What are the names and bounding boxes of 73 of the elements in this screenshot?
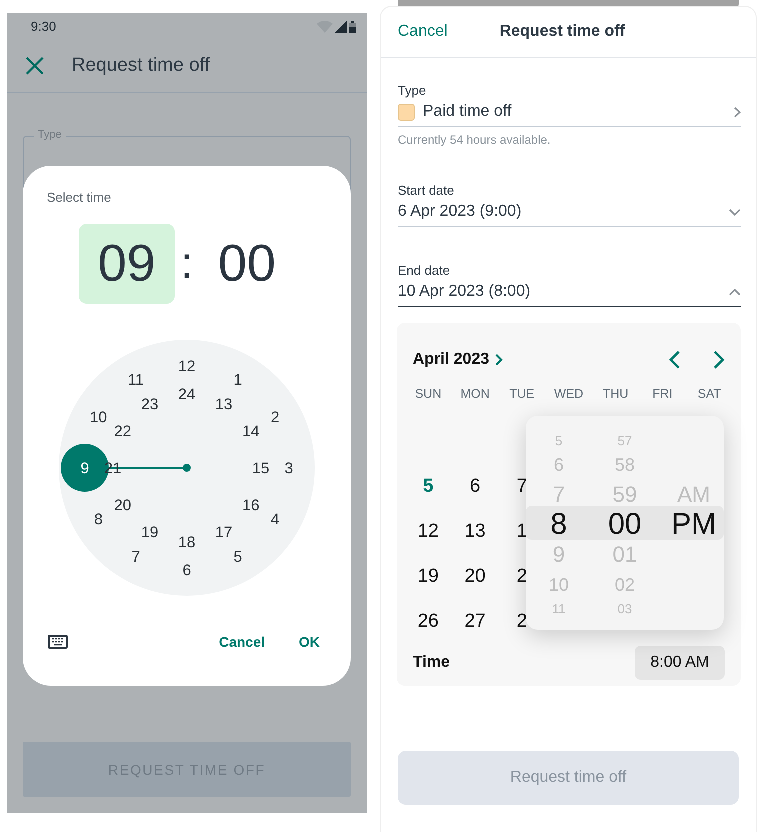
chevron-down-icon <box>729 208 741 216</box>
dial-number[interactable]: 3 <box>284 460 294 478</box>
dial-number[interactable]: 17 <box>215 524 233 542</box>
weekday-label: SUN <box>414 386 443 401</box>
dial-number[interactable]: 23 <box>141 396 159 414</box>
minute-display[interactable]: 00 <box>199 224 296 304</box>
field-label: Type <box>398 83 428 98</box>
calendar-day[interactable]: 26 <box>405 610 452 632</box>
field-label: End date <box>398 263 452 278</box>
weekday-label: SAT <box>696 386 722 401</box>
chevron-right-icon[interactable] <box>495 354 504 366</box>
time-button[interactable]: 8:00 AM <box>635 646 725 680</box>
calendar-day[interactable]: 5 <box>405 476 452 498</box>
dial-number[interactable]: 11 <box>128 372 144 390</box>
dial-number[interactable]: 13 <box>215 396 233 414</box>
dial-number[interactable]: 5 <box>234 548 242 566</box>
dial-number[interactable]: 10 <box>90 410 108 426</box>
weekday-label: THU <box>602 386 630 401</box>
helper-text: Currently 54 hours available. <box>398 133 552 147</box>
type-field[interactable]: Paid time off <box>398 100 741 127</box>
calendar-day[interactable]: 13 <box>452 520 499 542</box>
cancel-button[interactable]: Cancel <box>211 630 273 654</box>
wheel-option[interactable]: 8 <box>526 510 592 540</box>
clock-dial[interactable] <box>59 340 315 596</box>
dial-number[interactable]: 2 <box>271 410 280 426</box>
dial-number[interactable]: 4 <box>271 512 280 528</box>
hour-display[interactable]: 09 <box>78 224 175 304</box>
chevron-right-icon <box>734 106 741 118</box>
weekday-label: WED <box>553 386 585 401</box>
month-title[interactable]: April 2023 <box>413 351 490 369</box>
dial-number[interactable]: 14 <box>242 424 260 440</box>
calendar-day[interactable]: 20 <box>452 566 499 588</box>
clock-hand[interactable] <box>61 444 191 492</box>
dial-number[interactable]: 12 <box>178 358 196 376</box>
cancel-button[interactable]: Cancel <box>398 23 448 41</box>
dial-number[interactable]: 24 <box>178 386 196 404</box>
next-month-icon[interactable] <box>713 350 725 370</box>
dial-number[interactable]: 7 <box>132 548 140 566</box>
status-time: 9:30 <box>31 19 58 34</box>
dial-number[interactable]: 19 <box>141 524 159 542</box>
weekday-label: FRI <box>652 386 674 401</box>
time-label: Time <box>413 654 450 672</box>
calendar-day[interactable]: 6 <box>452 476 499 498</box>
calendar-day[interactable]: 12 <box>405 520 452 542</box>
dial-number[interactable]: 15 <box>252 460 270 478</box>
weekday-label: TUE <box>508 386 536 401</box>
weekday-label: MON <box>460 386 491 401</box>
dial-number[interactable]: 22 <box>114 424 132 440</box>
calendar-day[interactable]: 27 <box>452 610 499 632</box>
field-label: Start date <box>398 183 456 198</box>
dial-number[interactable]: 6 <box>182 562 192 580</box>
dial-number[interactable]: 18 <box>178 534 196 552</box>
keyboard-icon[interactable] <box>48 635 68 649</box>
sheet-title: Request time off <box>500 23 626 41</box>
dial-number[interactable]: 8 <box>94 512 103 528</box>
time-separator: : <box>180 239 194 289</box>
close-icon[interactable] <box>26 57 44 75</box>
end-date-field[interactable]: 10 Apr 2023 (8:00) <box>398 280 741 307</box>
dial-number[interactable]: 16 <box>242 498 260 514</box>
battery-icon <box>349 20 356 32</box>
dial-number[interactable]: 9 <box>80 460 90 478</box>
wheel-option[interactable]: PM <box>664 510 724 540</box>
signal-icon <box>335 20 347 32</box>
start-date-field[interactable]: 6 Apr 2023 (9:00) <box>398 200 741 227</box>
wheel-option[interactable]: 00 <box>592 510 658 540</box>
dial-number[interactable]: 1 <box>234 372 242 390</box>
field-label: Type <box>34 129 66 141</box>
chevron-up-icon <box>729 288 741 296</box>
calendar-day[interactable]: 19 <box>405 566 452 588</box>
dial-number[interactable]: 20 <box>114 498 132 514</box>
app-bar-title: Request time off <box>72 55 210 77</box>
ok-button[interactable]: OK <box>291 630 328 654</box>
previous-month-icon[interactable] <box>669 350 681 370</box>
